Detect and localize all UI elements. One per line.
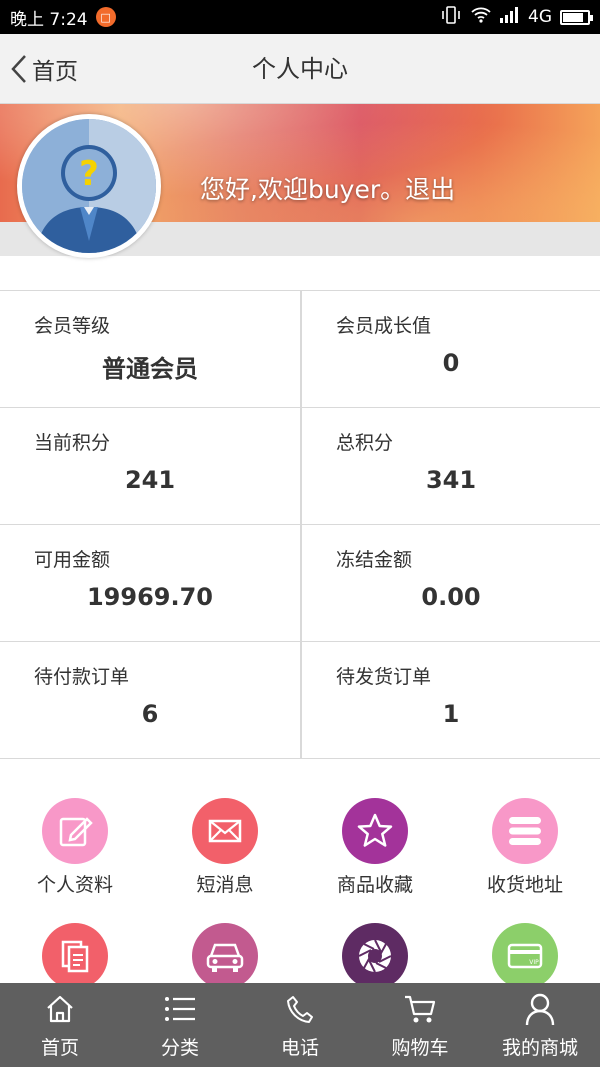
stat-current-points[interactable]: 当前积分 241 <box>0 408 300 524</box>
stat-total-points[interactable]: 总积分 341 <box>300 408 600 524</box>
stat-label: 待发货订单 <box>336 666 432 688</box>
stat-growth-value[interactable]: 会员成长值 0 <box>300 291 600 407</box>
stats-row: 当前积分 241 总积分 341 <box>0 408 600 525</box>
status-right: 4G <box>440 5 593 30</box>
document-icon <box>42 923 108 989</box>
nav-item-home[interactable]: 首页 <box>0 983 120 1067</box>
vip-card-icon: VIP <box>492 923 558 989</box>
nav-item-category[interactable]: 分类 <box>120 983 240 1067</box>
nav-label: 分类 <box>160 1037 199 1059</box>
greeting-text: 您好,欢迎buyer。 <box>200 175 406 204</box>
network-type: 4G <box>528 7 552 27</box>
stat-label: 可用金额 <box>34 549 111 571</box>
member-stats: 会员等级 普通会员 会员成长值 0 当前积分 241 总积分 341 可用金额 … <box>0 290 600 759</box>
menu-item-address[interactable]: 收货地址 <box>450 798 600 923</box>
status-bar: 晚上 7:24 □ 4G <box>0 0 600 34</box>
nav-label: 购物车 <box>391 1037 449 1059</box>
page-title: 个人中心 <box>252 55 348 83</box>
car-icon <box>192 923 258 989</box>
menu-item-messages[interactable]: 短消息 <box>150 798 300 923</box>
stat-value: 6 <box>141 700 159 728</box>
home-icon <box>44 991 76 1027</box>
status-time: 晚上 7:24 <box>10 9 88 30</box>
back-button[interactable]: 首页 <box>10 34 78 104</box>
nav-item-phone[interactable]: 电话 <box>240 983 360 1067</box>
welcome-text: 您好,欢迎buyer。退出 <box>200 170 455 206</box>
bottom-nav: 首页 分类 电话 购物车 我的商城 <box>0 983 600 1067</box>
top-header: 首页 个人中心 <box>0 34 600 104</box>
nav-item-my-mall[interactable]: 我的商城 <box>480 983 600 1067</box>
nav-item-cart[interactable]: 购物车 <box>360 983 480 1067</box>
stat-label: 会员等级 <box>34 315 111 337</box>
stat-label: 当前积分 <box>34 432 111 454</box>
stat-value: 1 <box>442 700 460 728</box>
stat-value: 普通会员 <box>102 355 198 383</box>
default-avatar-icon: ? <box>22 119 156 253</box>
star-icon <box>342 798 408 864</box>
stat-label: 总积分 <box>336 432 394 454</box>
stats-row: 会员等级 普通会员 会员成长值 0 <box>0 291 600 408</box>
menu-label: 收货地址 <box>486 874 563 896</box>
stat-label: 待付款订单 <box>34 666 130 688</box>
menu-item-profile[interactable]: 个人资料 <box>0 798 150 923</box>
aperture-icon <box>342 923 408 989</box>
chevron-left-icon <box>11 55 26 83</box>
svg-text:VIP: VIP <box>529 959 539 966</box>
stat-pending-payment-orders[interactable]: 待付款订单 6 <box>0 642 300 758</box>
stat-value: 19969.70 <box>86 583 213 611</box>
menu-item-favorites[interactable]: 商品收藏 <box>300 798 450 923</box>
stat-member-level[interactable]: 会员等级 普通会员 <box>0 291 300 407</box>
nav-label: 电话 <box>280 1037 319 1059</box>
logout-link[interactable]: 退出 <box>405 175 455 204</box>
stat-value: 0.00 <box>421 583 481 611</box>
phone-icon <box>284 991 316 1027</box>
stat-value: 241 <box>124 466 176 494</box>
avatar[interactable]: ? <box>17 114 161 258</box>
personal-center-page: 晚上 7:24 □ 4G 首页 个人中心 您好,欢迎buyer。退出 ? 会员等… <box>0 0 600 1067</box>
stat-pending-shipment-orders[interactable]: 待发货订单 1 <box>300 642 600 758</box>
menu-row: 个人资料 短消息 商品收藏 收货地址 <box>0 798 600 923</box>
edit-icon <box>42 798 108 864</box>
stat-label: 冻结金额 <box>336 549 413 571</box>
notification-badge: □ <box>95 7 116 27</box>
stat-frozen-balance[interactable]: 冻结金额 0.00 <box>300 525 600 641</box>
stats-row: 待付款订单 6 待发货订单 1 <box>0 642 600 759</box>
signal-icon <box>500 6 520 28</box>
stats-row: 可用金额 19969.70 冻结金额 0.00 <box>0 525 600 642</box>
battery-icon <box>560 9 593 25</box>
menu-label: 短消息 <box>196 874 254 896</box>
wifi-icon <box>470 6 492 29</box>
nav-label: 我的商城 <box>501 1037 578 1059</box>
user-icon <box>524 991 556 1027</box>
list-icon <box>163 991 197 1027</box>
stat-value: 341 <box>425 466 477 494</box>
svg-text:?: ? <box>79 154 99 194</box>
menu-label: 商品收藏 <box>336 874 413 896</box>
cart-icon <box>403 991 437 1027</box>
stat-label: 会员成长值 <box>336 315 432 337</box>
list-icon <box>492 798 558 864</box>
back-label: 首页 <box>32 59 78 85</box>
stat-available-balance[interactable]: 可用金额 19969.70 <box>0 525 300 641</box>
nav-label: 首页 <box>40 1037 79 1059</box>
stat-value: 0 <box>442 349 460 377</box>
envelope-icon <box>192 798 258 864</box>
vibrate-icon <box>440 5 462 30</box>
menu-label: 个人资料 <box>36 874 113 896</box>
